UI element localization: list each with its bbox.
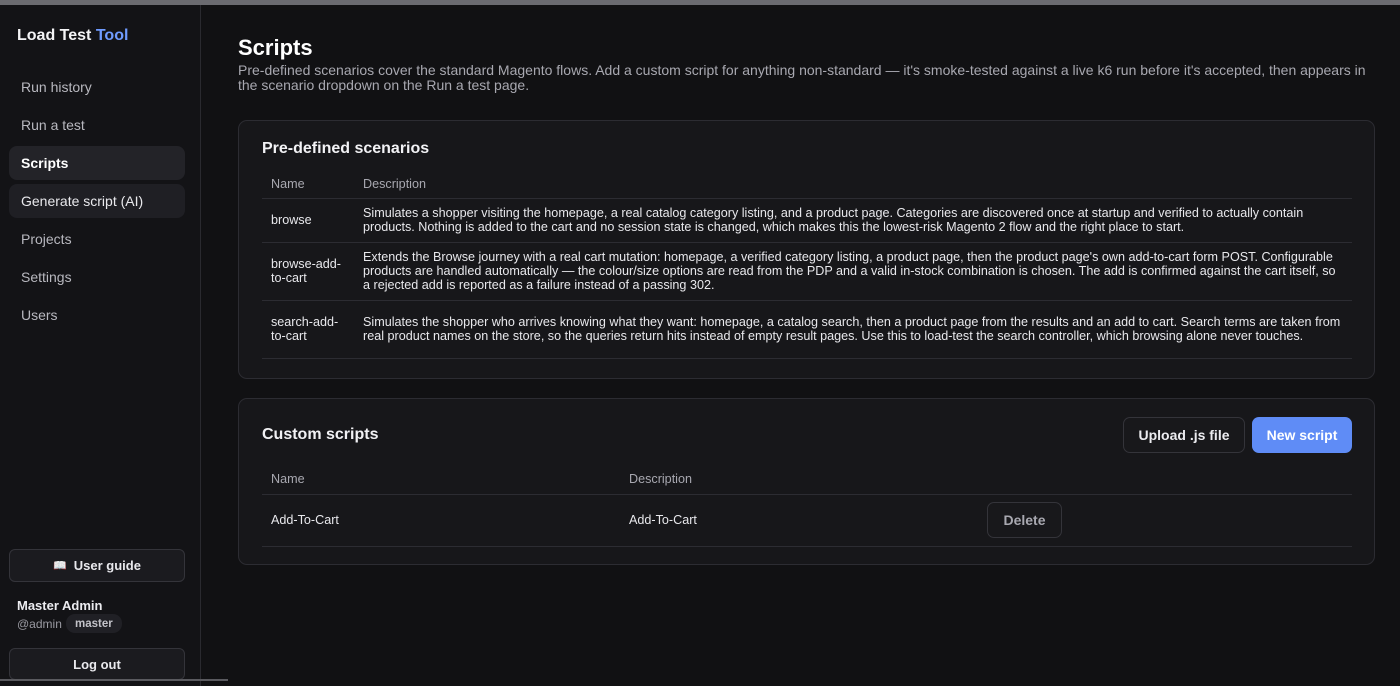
page-title: Scripts [238, 35, 313, 60]
table-row: browse Simulates a shopper visiting the … [262, 198, 1352, 243]
column-header-actions [978, 465, 1352, 495]
logout-button[interactable]: Log out [9, 648, 185, 680]
scenario-name: browse-add-to-cart [262, 242, 354, 301]
app-logo[interactable]: Load Test Tool [17, 27, 128, 45]
table-header-row: Name Description [262, 465, 1352, 495]
table-row: Add-To-Cart Add-To-Cart Delete [262, 494, 1352, 547]
script-actions: Delete [978, 494, 1352, 547]
user-guide-label: User guide [73, 558, 141, 573]
user-guide-button[interactable]: 📖 User guide [9, 549, 185, 582]
sidebar-item-run-history[interactable]: Run history [9, 70, 185, 104]
script-description: Add-To-Cart [620, 494, 978, 547]
delete-button[interactable]: Delete [987, 502, 1062, 538]
page-description: Pre-defined scenarios cover the standard… [238, 62, 1366, 93]
book-icon: 📖 [53, 560, 67, 572]
sidebar-item-settings[interactable]: Settings [9, 260, 185, 294]
predefined-scenarios-table: Name Description browse Simulates a shop… [262, 171, 1352, 359]
table-row: search-add-to-cart Simulates the shopper… [262, 300, 1352, 359]
brand-name: Load Test [17, 27, 92, 44]
table-row: browse-add-to-cart Extends the Browse jo… [262, 242, 1352, 301]
horizontal-scrollbar[interactable] [0, 679, 228, 681]
scenario-name: search-add-to-cart [262, 300, 354, 359]
column-header-description: Description [620, 465, 978, 495]
scenario-name: browse [262, 198, 354, 243]
user-handle: @admin [17, 617, 62, 631]
sidebar-nav: Run history Run a test Scripts Generate … [9, 70, 185, 336]
sidebar-item-generate-script[interactable]: Generate script (AI) [9, 184, 185, 218]
user-name: Master Admin [17, 598, 103, 613]
table-header-row: Name Description [262, 171, 1352, 199]
brand-accent: Tool [95, 27, 129, 44]
column-header-name: Name [262, 465, 620, 495]
column-header-description: Description [354, 171, 1352, 199]
custom-scripts-title: Custom scripts [262, 426, 379, 443]
sidebar-item-users[interactable]: Users [9, 298, 185, 332]
new-script-button[interactable]: New script [1252, 417, 1352, 453]
column-header-name: Name [262, 171, 354, 199]
app-shell: Load Test Tool Run history Run a test Sc… [0, 5, 1400, 686]
custom-scripts-table: Name Description Add-To-Cart Add-To-Cart… [262, 465, 1352, 547]
sidebar: Load Test Tool Run history Run a test Sc… [0, 5, 201, 686]
predefined-scenarios-card: Pre-defined scenarios Name Description b… [238, 120, 1375, 379]
main-content: Scripts Pre-defined scenarios cover the … [201, 5, 1400, 686]
sidebar-item-projects[interactable]: Projects [9, 222, 185, 256]
script-name: Add-To-Cart [262, 494, 620, 547]
predefined-scenarios-title: Pre-defined scenarios [262, 140, 430, 157]
sidebar-item-scripts[interactable]: Scripts [9, 146, 185, 180]
role-badge: master [66, 614, 122, 633]
scenario-description: Extends the Browse journey with a real c… [354, 242, 1352, 301]
scenario-description: Simulates the shopper who arrives knowin… [354, 300, 1352, 359]
custom-scripts-card: Custom scripts Upload .js file New scrip… [238, 398, 1375, 565]
sidebar-item-run-a-test[interactable]: Run a test [9, 108, 185, 142]
scenario-description: Simulates a shopper visiting the homepag… [354, 198, 1352, 243]
upload-js-button[interactable]: Upload .js file [1123, 417, 1245, 453]
